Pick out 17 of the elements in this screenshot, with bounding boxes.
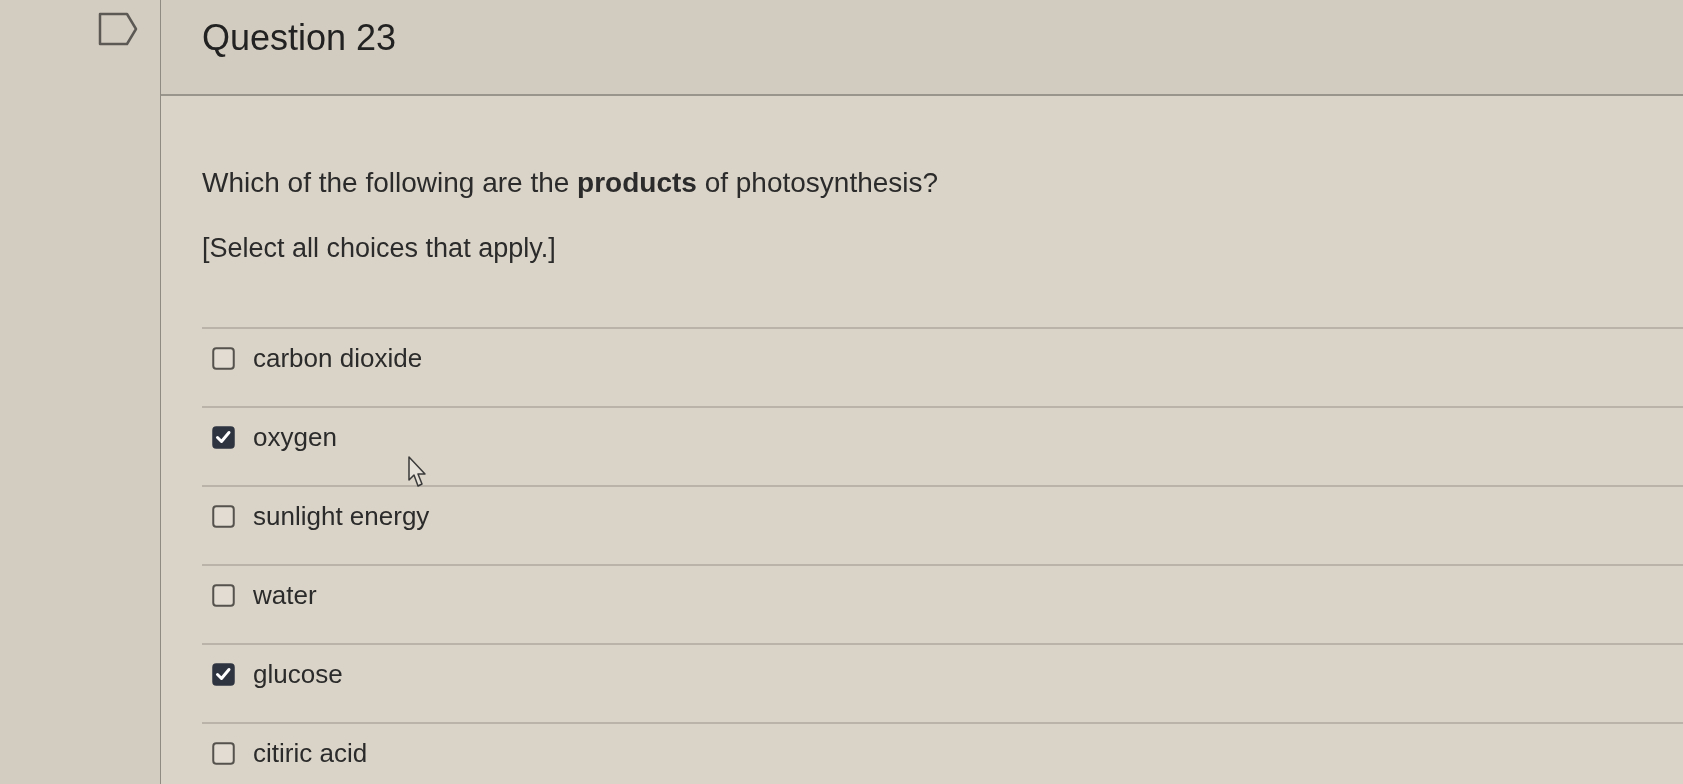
choice-label[interactable]: citiric acid <box>253 738 368 768</box>
checkbox[interactable] <box>212 346 235 370</box>
tag-icon[interactable] <box>98 12 138 46</box>
choice-label[interactable]: sunlight energy <box>253 501 430 531</box>
checkbox[interactable] <box>212 504 235 528</box>
choice-label[interactable]: oxygen <box>253 422 337 452</box>
instruction-text: [Select all choices that apply.] <box>202 232 557 265</box>
mouse-pointer-icon <box>408 456 428 488</box>
checkbox[interactable] <box>212 425 235 449</box>
checkbox[interactable] <box>212 662 235 686</box>
question-title: Question 23 <box>202 16 397 60</box>
choice-label[interactable]: carbon dioxide <box>253 343 423 373</box>
checkbox[interactable] <box>212 583 235 607</box>
choice-label[interactable]: water <box>253 580 317 610</box>
checkbox[interactable] <box>212 741 235 765</box>
choice-label[interactable]: glucose <box>253 659 343 689</box>
question-text: Which of the following are the products of photosynthesis? <box>202 166 940 200</box>
